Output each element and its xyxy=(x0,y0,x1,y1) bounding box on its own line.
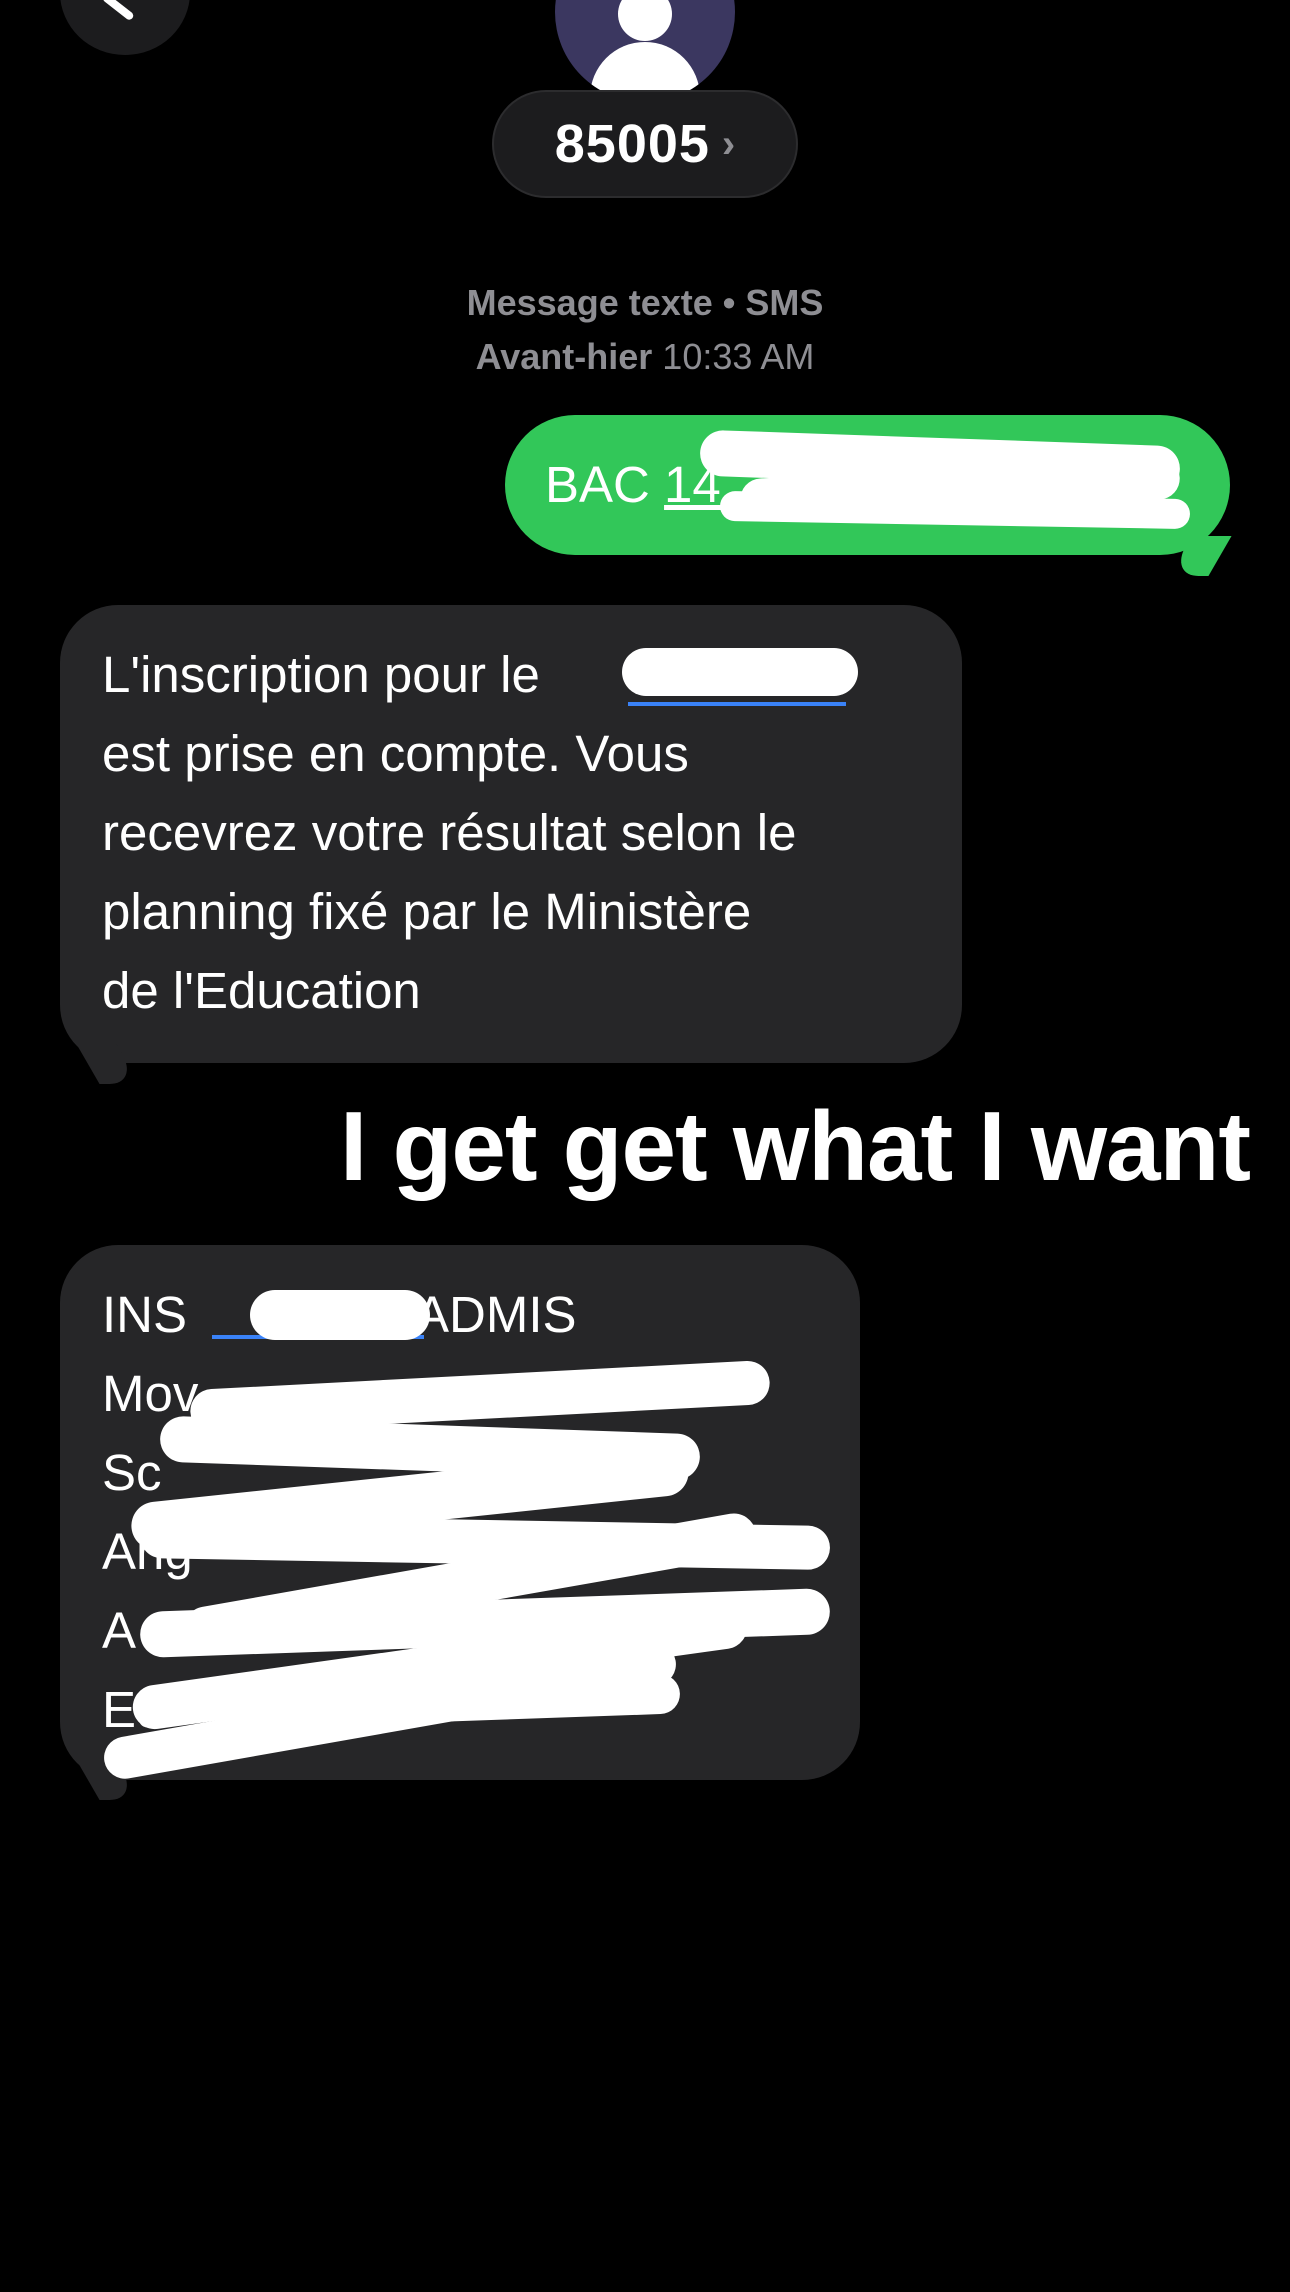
redaction-scribble xyxy=(622,648,858,696)
back-button[interactable] xyxy=(60,0,190,55)
message-timestamp: Avant-hier 10:33 AM xyxy=(0,336,1290,378)
overlay-caption: I get get what I want xyxy=(340,1091,1251,1201)
timestamp-time: 10:33 AM xyxy=(662,336,815,377)
message-service-label: Message texte • SMS xyxy=(466,282,824,323)
chevron-left-icon xyxy=(101,0,135,22)
person-icon xyxy=(618,0,672,41)
message-line: recevrez votre résultat selon le xyxy=(102,804,797,861)
message-line: de l'Education xyxy=(102,962,421,1019)
message-line: INS ADMIS xyxy=(102,1286,577,1343)
message-text: BAC xyxy=(545,456,665,513)
contact-name: 85005 xyxy=(554,114,710,174)
timestamp-day: Avant-hier xyxy=(475,336,653,377)
chevron-right-icon: › xyxy=(721,121,736,166)
message-line: planning fixé par le Ministère xyxy=(102,883,752,940)
contact-avatar[interactable] xyxy=(555,0,735,102)
message-line: est prise en compte. Vous xyxy=(102,725,689,782)
contact-name-button[interactable]: 85005 › xyxy=(492,90,798,198)
redaction-scribble xyxy=(250,1290,430,1340)
message-link-underline[interactable] xyxy=(628,702,846,706)
